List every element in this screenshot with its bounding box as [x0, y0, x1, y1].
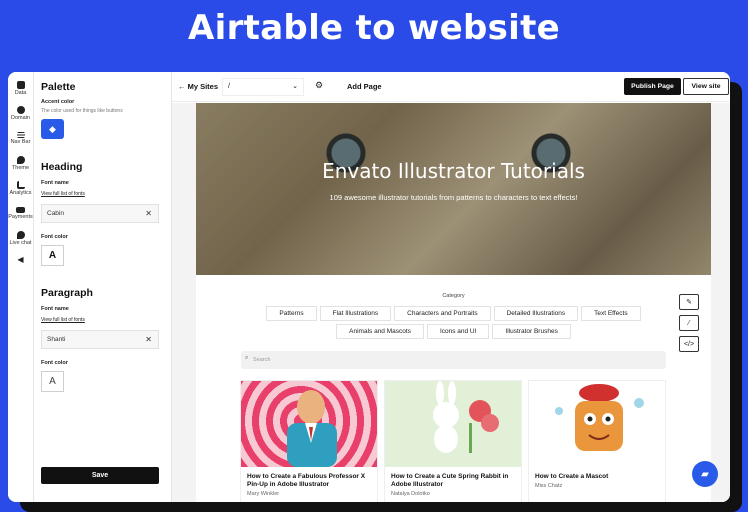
rail-item-label: Domain	[11, 115, 30, 121]
publish-page-button[interactable]: Publish Page	[624, 78, 681, 95]
hero-overlay	[196, 103, 711, 275]
database-icon	[16, 81, 25, 89]
clear-icon[interactable]: ✕	[145, 335, 152, 344]
rail-item-domain[interactable]: Domain	[8, 101, 33, 126]
search-input[interactable]: ⌕ Search	[241, 351, 666, 369]
preview-page: Envato Illustrator Tutorials 109 awesome…	[196, 103, 711, 502]
rail-item-nav-bar[interactable]: Nav Bar	[8, 126, 33, 151]
hero-subtitle: 109 awesome illustrator tutorials from p…	[329, 193, 578, 202]
rail-item-label: Live chat	[9, 240, 32, 246]
page-select[interactable]: / ⌄	[222, 78, 304, 96]
theme-settings-panel: Palette Accent color The color used for …	[34, 72, 172, 502]
collapse-arrow-icon[interactable]: ◀	[8, 255, 33, 264]
arrow-left-icon: ←	[178, 82, 186, 91]
hero-banner: Envato Illustrator Tutorials 109 awesome…	[196, 103, 711, 275]
rail-item-label: Payments	[8, 214, 33, 220]
paragraph-font-color-label: Font color	[41, 360, 68, 366]
palette-icon	[16, 156, 25, 164]
app-window: Data Domain Nav Bar Theme Analytics Paym…	[8, 72, 730, 502]
search-icon: ⌕	[245, 355, 249, 361]
top-bar: ← My Sites / ⌄ ⚙ Add Page Publish Page V…	[172, 72, 730, 102]
rail-item-payments[interactable]: Payments	[8, 201, 33, 226]
chevron-down-icon: ⌄	[292, 83, 298, 90]
chat-bubble-icon: ▰	[701, 468, 709, 480]
card-image	[385, 381, 521, 467]
card-image	[529, 381, 665, 467]
tutorial-card[interactable]: How to Create a Mascot Miss Chatz	[528, 380, 666, 502]
eyedropper-icon[interactable]: ⁄	[679, 315, 699, 331]
category-chip[interactable]: Text Effects	[581, 306, 641, 321]
card-author: Natalya Dolotko	[391, 491, 430, 497]
heading-font-color-picker[interactable]: A	[41, 245, 64, 266]
card-image	[241, 381, 377, 467]
paragraph-font-value: Shanti	[47, 336, 66, 343]
save-button[interactable]: Save	[41, 467, 159, 484]
paint-bucket-icon: ◆	[49, 123, 56, 134]
tutorial-cards: How to Create a Fabulous Professor X Pin…	[240, 380, 666, 502]
heading-font-field[interactable]: Cabin ✕	[41, 204, 159, 223]
my-sites-label: My Sites	[187, 82, 219, 91]
category-chip[interactable]: Flat Illustrations	[319, 306, 392, 321]
rail-item-live-chat[interactable]: Live chat	[8, 226, 33, 251]
heading-font-list-link[interactable]: View full list of fonts	[41, 191, 85, 197]
category-row: Patterns Flat Illustrations Characters a…	[196, 306, 711, 321]
card-title: How to Create a Cute Spring Rabbit in Ad…	[391, 473, 509, 488]
menu-icon	[16, 132, 25, 138]
paragraph-section-title: Paragraph	[41, 287, 93, 299]
category-chip[interactable]: Detailed Illustrations	[493, 306, 579, 321]
heading-section-title: Heading	[41, 161, 83, 173]
paragraph-font-label: Font name	[41, 306, 69, 312]
chat-icon	[16, 231, 25, 239]
heading-font-label: Font name	[41, 180, 69, 186]
accent-color-hint: The color used for things like buttons	[41, 108, 123, 114]
rail-item-label: Theme	[11, 165, 30, 171]
paragraph-font-list-link[interactable]: View full list of fonts	[41, 317, 85, 323]
category-chip[interactable]: Illustrator Brushes	[492, 324, 571, 339]
rail-item-analytics[interactable]: Analytics	[8, 176, 33, 201]
rail-item-data[interactable]: Data	[8, 76, 33, 101]
accent-color-label: Accent color	[41, 99, 75, 105]
heading-font-color-label: Font color	[41, 234, 68, 240]
category-chip[interactable]: Patterns	[266, 306, 317, 321]
block-tools: ✎ ⁄ </>	[679, 294, 699, 357]
view-site-button[interactable]: View site	[683, 78, 729, 95]
card-author: Miss Chatz	[535, 483, 563, 489]
my-sites-link[interactable]: ← My Sites	[178, 82, 218, 91]
credit-card-icon	[16, 207, 25, 213]
gear-icon[interactable]: ⚙	[315, 80, 323, 91]
category-label: Category	[442, 293, 465, 299]
edit-icon[interactable]: ✎	[679, 294, 699, 310]
card-author: Mary Winkler	[247, 491, 280, 497]
heading-font-value: Cabin	[47, 210, 64, 217]
rail-item-theme[interactable]: Theme	[8, 151, 33, 176]
icon-rail: Data Domain Nav Bar Theme Analytics Paym…	[8, 72, 34, 502]
site-preview: Envato Illustrator Tutorials 109 awesome…	[172, 103, 730, 502]
palette-heading: Palette	[41, 81, 76, 93]
clear-icon[interactable]: ✕	[145, 209, 152, 218]
category-chip[interactable]: Icons and UI	[426, 324, 490, 339]
search-placeholder: Search	[253, 357, 271, 363]
category-chip[interactable]: Characters and Portraits	[394, 306, 491, 321]
rail-item-label: Nav Bar	[10, 139, 31, 145]
paragraph-font-field[interactable]: Shanti ✕	[41, 330, 159, 349]
rail-item-label: Analytics	[9, 190, 32, 196]
category-row: Animals and Mascots Icons and UI Illustr…	[196, 324, 711, 339]
card-title: How to Create a Fabulous Professor X Pin…	[247, 473, 366, 488]
rail-item-label: Data	[14, 90, 27, 96]
globe-icon	[16, 106, 25, 114]
card-title: How to Create a Mascot	[535, 473, 609, 480]
code-icon[interactable]: </>	[679, 336, 699, 352]
chart-icon	[16, 181, 25, 189]
page-select-value: /	[228, 83, 230, 90]
tutorial-card[interactable]: How to Create a Fabulous Professor X Pin…	[240, 380, 378, 502]
banner-title: Airtable to website	[188, 8, 560, 48]
accent-color-swatch[interactable]: ◆	[41, 119, 64, 139]
category-chip[interactable]: Animals and Mascots	[336, 324, 424, 339]
live-chat-button[interactable]: ▰	[692, 461, 718, 487]
add-page-button[interactable]: Add Page	[347, 82, 382, 91]
paragraph-font-color-picker[interactable]: A	[41, 371, 64, 392]
tutorial-card[interactable]: How to Create a Cute Spring Rabbit in Ad…	[384, 380, 522, 502]
hero-title: Envato Illustrator Tutorials	[322, 159, 585, 183]
